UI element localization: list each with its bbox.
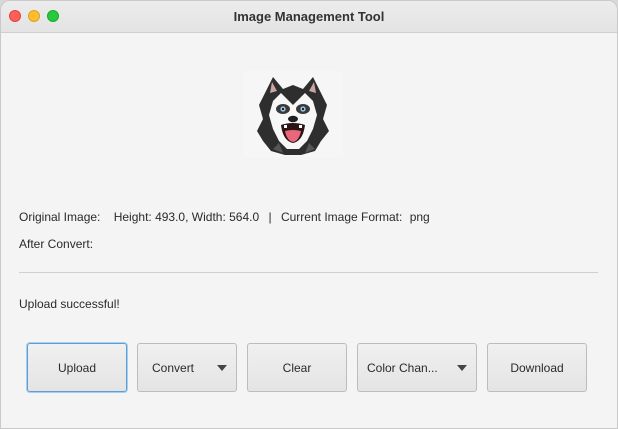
color-change-dropdown[interactable]: Color Chan... [357,343,477,392]
divider [19,272,598,273]
info-separator: | [268,210,272,224]
after-convert-label: After Convert: [19,237,94,251]
format-value: png [409,210,430,224]
clear-button[interactable]: Clear [247,343,347,392]
format-label: Current Image Format: [280,210,403,224]
app-window: Image Management Tool Original Image: He… [0,0,618,429]
status-message: Upload successful! [19,297,120,311]
convert-label: Convert [152,360,195,375]
convert-dropdown[interactable]: Convert [137,343,237,392]
image-preview [243,71,343,157]
title-bar[interactable]: Image Management Tool [1,1,617,33]
download-button[interactable]: Download [487,343,587,392]
after-convert-info: After Convert: [19,237,93,251]
chevron-down-icon [217,365,227,371]
color-change-label: Color Chan... [367,360,438,375]
chevron-down-icon [457,365,467,371]
upload-button[interactable]: Upload [27,343,127,392]
window-title: Image Management Tool [233,9,385,24]
original-image-info: Original Image: Height: 493.0, Width: 56… [19,210,430,224]
original-image-label: Original Image: [19,210,101,224]
image-dimensions: Height: 493.0, Width: 564.0 [113,210,260,224]
